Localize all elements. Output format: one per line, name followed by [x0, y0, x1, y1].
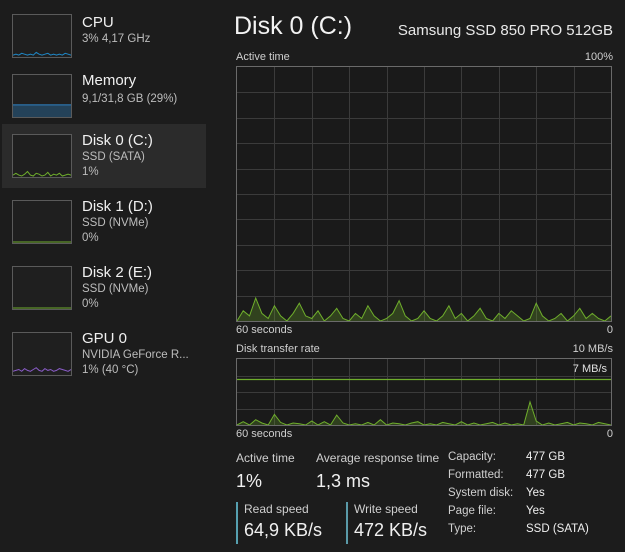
disk-model-name: Samsung SSD 850 PRO 512GB: [397, 22, 613, 39]
resource-sidebar: CPU 3% 4,17 GHz Memory 9,1/31,8 GB (29%)…: [0, 0, 212, 552]
disk-2-thumbnail-graph: [12, 266, 72, 310]
active-time-graph: [236, 66, 612, 322]
type-value: SSD (SATA): [526, 523, 589, 535]
formatted-label: Formatted:: [448, 469, 504, 481]
page-title: Disk 0 (C:): [234, 12, 353, 40]
sidebar-item-title: CPU: [82, 14, 114, 31]
sidebar-item-disk-1[interactable]: Disk 1 (D:) SSD (NVMe) 0%: [2, 190, 206, 254]
sidebar-item-subtitle: 9,1/31,8 GB (29%): [82, 93, 178, 105]
sidebar-item-usage: 1% (40 °C): [82, 364, 139, 376]
sidebar-item-disk-2[interactable]: Disk 2 (E:) SSD (NVMe) 0%: [2, 256, 206, 320]
transfer-rate-graph-label: Disk transfer rate: [236, 343, 320, 355]
sidebar-item-disk-0[interactable]: Disk 0 (C:) SSD (SATA) 1%: [2, 124, 206, 188]
transfer-rate-graph-min: 0: [606, 428, 613, 440]
write-speed-indicator: [346, 502, 348, 544]
response-time-stat-value: 1,3 ms: [316, 471, 371, 491]
transfer-threshold-label: 7 MB/s: [572, 363, 607, 375]
system-disk-label: System disk:: [448, 487, 514, 499]
read-speed-indicator: [236, 502, 238, 544]
disk-1-thumbnail-graph: [12, 200, 72, 244]
sidebar-item-subtitle: SSD (NVMe): [82, 217, 149, 229]
task-manager-performance: CPU 3% 4,17 GHz Memory 9,1/31,8 GB (29%)…: [0, 0, 625, 552]
type-label: Type:: [448, 523, 477, 535]
active-time-graph-min: 0: [606, 324, 613, 336]
sidebar-item-title: Disk 1 (D:): [82, 198, 153, 215]
active-time-stat-value: 1%: [236, 471, 263, 491]
capacity-value: 477 GB: [526, 451, 565, 463]
sidebar-item-title: Memory: [82, 72, 137, 89]
disk-0-thumbnail-graph: [12, 134, 72, 178]
page-file-label: Page file:: [448, 505, 496, 517]
sidebar-item-title: Disk 0 (C:): [82, 132, 153, 149]
sidebar-item-subtitle: SSD (SATA): [82, 151, 145, 163]
sidebar-item-title: GPU 0: [82, 330, 128, 347]
transfer-rate-graph: 7 MB/s: [236, 358, 612, 426]
sidebar-item-memory[interactable]: Memory 9,1/31,8 GB (29%): [2, 64, 206, 128]
read-speed-label: Read speed: [244, 502, 309, 516]
gpu-0-thumbnail-graph: [12, 332, 72, 376]
capacity-label: Capacity:: [448, 451, 496, 463]
page-file-value: Yes: [526, 505, 545, 517]
sidebar-item-subtitle: NVIDIA GeForce R...: [82, 349, 189, 361]
sidebar-item-gpu-0[interactable]: GPU 0 NVIDIA GeForce R... 1% (40 °C): [2, 322, 206, 386]
memory-thumbnail-graph: [12, 74, 72, 118]
sidebar-item-subtitle: SSD (NVMe): [82, 283, 149, 295]
formatted-value: 477 GB: [526, 469, 565, 481]
thumbnail-line: [13, 170, 71, 177]
write-speed-label: Write speed: [354, 502, 418, 516]
thumbnail-line: [13, 51, 71, 56]
sidebar-item-usage: 1%: [82, 166, 99, 178]
active-time-stat-label: Active time: [236, 451, 295, 465]
response-time-stat-label: Average response time: [316, 451, 440, 465]
active-time-graph-max: 100%: [584, 51, 613, 63]
system-disk-value: Yes: [526, 487, 545, 499]
active-time-graph-time-label: 60 seconds: [236, 324, 293, 336]
read-speed-value: 64,9 KB/s: [244, 520, 323, 540]
disk-detail-panel: Disk 0 (C:) Samsung SSD 850 PRO 512GB Ac…: [224, 0, 625, 552]
transfer-rate-graph-max: 10 MB/s: [572, 343, 613, 355]
sidebar-item-usage: 0%: [82, 232, 99, 244]
sidebar-item-cpu[interactable]: CPU 3% 4,17 GHz: [2, 4, 206, 68]
active-time-graph-label: Active time: [236, 51, 290, 63]
sidebar-item-subtitle: 3% 4,17 GHz: [82, 33, 151, 45]
write-speed-value: 472 KB/s: [354, 520, 428, 540]
thumbnail-line: [13, 367, 71, 372]
transfer-rate-graph-time-label: 60 seconds: [236, 428, 293, 440]
memory-usage-fill: [13, 104, 71, 117]
cpu-thumbnail-graph: [12, 14, 72, 58]
sidebar-item-title: Disk 2 (E:): [82, 264, 153, 281]
sidebar-item-usage: 0%: [82, 298, 99, 310]
